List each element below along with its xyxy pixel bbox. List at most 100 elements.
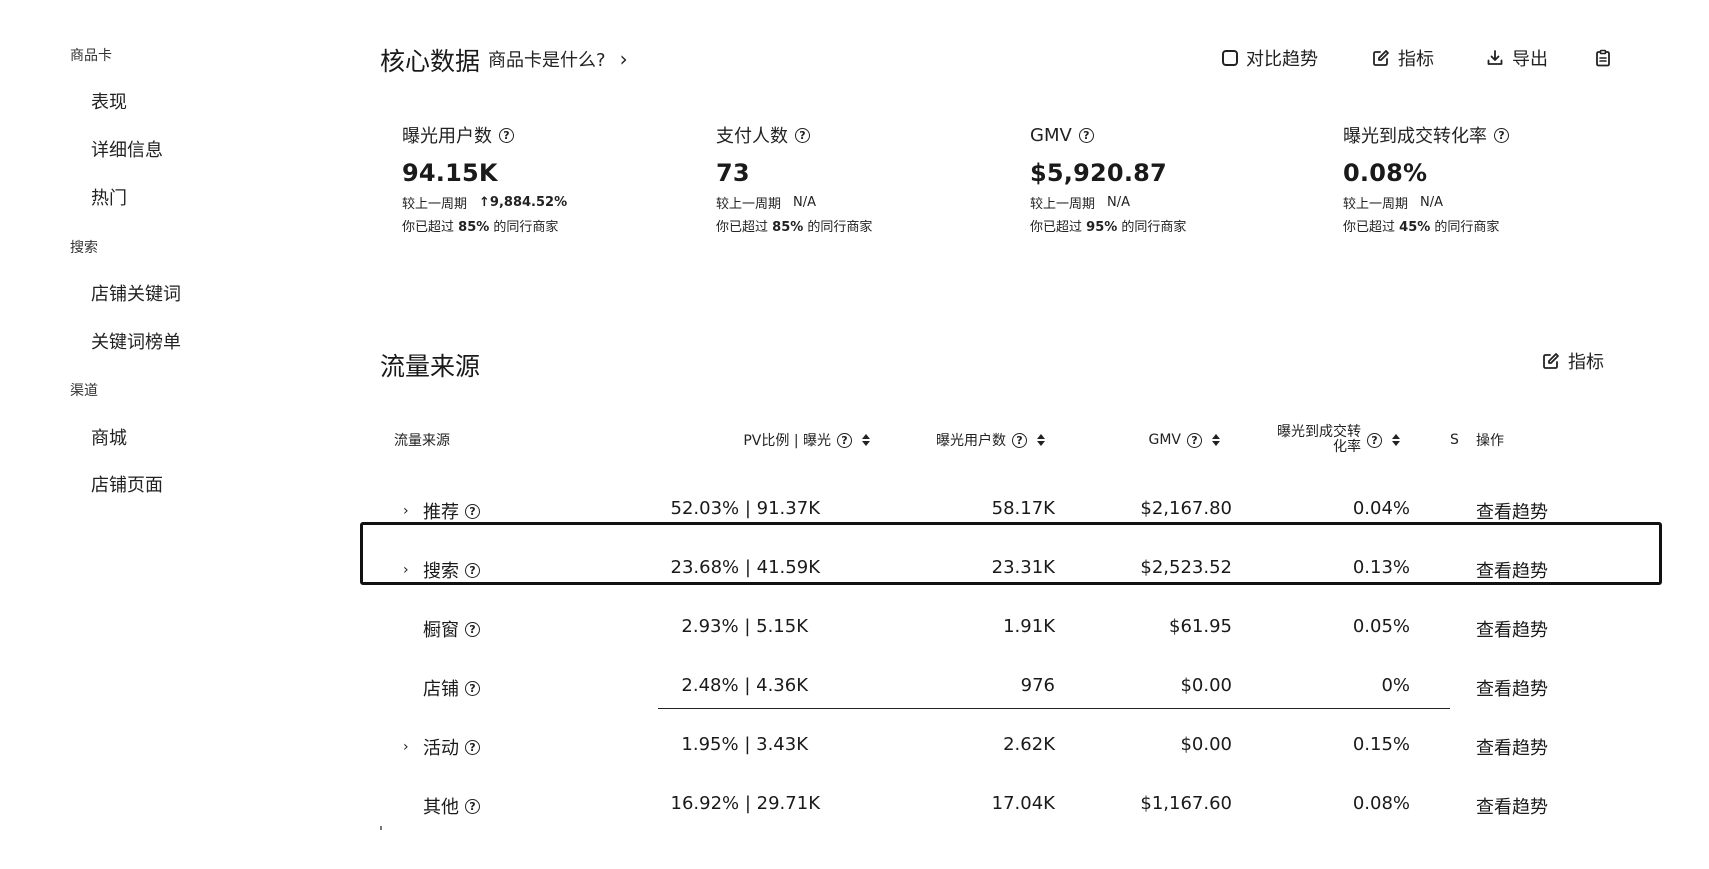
conversion-cell: 0.15% <box>1352 734 1410 755</box>
sort-icon[interactable] <box>862 434 870 446</box>
column-header-gmv[interactable]: GMV ? <box>1060 425 1220 455</box>
sidebar-group-channel: 渠道 <box>70 383 98 399</box>
help-icon[interactable]: ? <box>465 798 480 814</box>
conversion-cell: 0.04% <box>1352 498 1410 519</box>
rank-pct: 85% <box>458 220 490 235</box>
help-icon[interactable]: ? <box>465 503 480 519</box>
conv-line1: 曝光到成交转 <box>1277 424 1361 440</box>
rank-suffix: 的同行商家 <box>1121 220 1187 235</box>
rank-pct: 45% <box>1399 220 1431 235</box>
help-icon[interactable]: ? <box>499 127 514 143</box>
source-name: 推荐 <box>423 502 459 523</box>
sidebar-item-mall[interactable]: 商城 <box>91 424 127 450</box>
metrics-button-label: 指标 <box>1398 49 1434 70</box>
rank-prefix: 你已超过 <box>716 220 769 235</box>
metric-change: N/A <box>1107 195 1131 210</box>
chevron-right-icon[interactable]: › <box>403 503 417 519</box>
gmv-cell: $1,167.60 <box>1140 793 1232 814</box>
conv-line2: 化率 <box>1333 439 1361 455</box>
gmv-cell: $0.00 <box>1180 734 1232 755</box>
metric-card-gmv: GMV? $5,920.87 较上一周期 N/A 你已超过 95% 的同行商家 <box>1030 122 1330 236</box>
help-icon[interactable]: ? <box>1012 432 1027 448</box>
sidebar-item-details[interactable]: 详细信息 <box>91 136 163 162</box>
help-icon[interactable]: ? <box>1494 127 1509 143</box>
row-highlight-frame <box>360 522 1662 585</box>
view-trend-button[interactable]: 查看趋势 <box>1476 734 1548 760</box>
help-icon[interactable]: ? <box>795 127 810 143</box>
clipboard-button[interactable] <box>1594 45 1612 71</box>
clipboard-icon <box>1594 49 1612 67</box>
sidebar-item-keyword-ranking[interactable]: 关键词榜单 <box>91 328 181 354</box>
users-cell: 1.91K <box>1003 616 1055 637</box>
column-header-conversion[interactable]: 曝光到成交转 化率 ? <box>1230 420 1400 460</box>
sidebar-item-shop-page[interactable]: 店铺页面 <box>91 471 163 497</box>
users-cell: 58.17K <box>991 498 1055 519</box>
metric-value: 73 <box>716 159 750 187</box>
view-trend-button[interactable]: 查看趋势 <box>1476 793 1548 819</box>
chevron-right-icon[interactable]: › <box>403 739 417 755</box>
help-icon[interactable]: ? <box>1078 127 1094 143</box>
conversion-cell: 0% <box>1381 675 1410 696</box>
users-cell: 976 <box>1020 675 1055 696</box>
table-row: 其他? 16.92% | 29.71K 17.04K $1,167.60 0.0… <box>360 785 1660 825</box>
metric-rank: 你已超过 85% 的同行商家 <box>402 216 702 235</box>
pv-cell: 52.03% | 91.37K <box>670 498 820 519</box>
rank-pct: 85% <box>772 220 804 235</box>
arrow-up-icon: ↑ <box>479 195 490 210</box>
table-row: 店铺? 2.48% | 4.36K 976 $0.00 0% 查看趋势 <box>360 667 1660 707</box>
download-icon <box>1486 49 1504 67</box>
metric-value: $5,920.87 <box>1030 159 1167 187</box>
help-icon[interactable]: ? <box>465 680 480 696</box>
traffic-metrics-label: 指标 <box>1568 352 1604 373</box>
source-cell[interactable]: › 推荐? <box>403 498 480 524</box>
sidebar-item-hot[interactable]: 热门 <box>91 184 127 210</box>
sidebar-item-performance[interactable]: 表现 <box>91 88 127 114</box>
what-is-product-card-link[interactable]: 商品卡是什么? › <box>488 46 628 72</box>
column-header-conversion-label: 曝光到成交转 化率 <box>1277 425 1361 455</box>
column-header-action: 操作 <box>1476 433 1504 449</box>
column-header-pv[interactable]: PV比例 | 曝光 ? <box>690 425 870 455</box>
edit-icon <box>1372 49 1390 67</box>
metric-value: 0.08% <box>1343 159 1428 187</box>
table-row: 橱窗? 2.93% | 5.15K 1.91K $61.95 0.05% 查看趋… <box>360 608 1660 648</box>
view-trend-button[interactable]: 查看趋势 <box>1476 616 1548 642</box>
sort-icon[interactable] <box>1392 434 1400 446</box>
sidebar-item-shop-keywords[interactable]: 店铺关键词 <box>91 280 181 306</box>
conversion-cell: 0.08% <box>1352 793 1410 814</box>
source-name: 其他 <box>423 797 459 818</box>
column-header-pv-label: PV比例 | 曝光 <box>743 433 831 449</box>
export-button[interactable]: 导出 <box>1486 45 1548 71</box>
metric-change: N/A <box>1420 195 1444 210</box>
sidebar-group-search: 搜索 <box>70 240 98 256</box>
rank-prefix: 你已超过 <box>402 220 455 235</box>
compare-trend-toggle[interactable]: 对比趋势 <box>1222 45 1318 71</box>
source-cell: 橱窗? <box>423 616 480 642</box>
help-icon[interactable]: ? <box>465 739 480 755</box>
metric-rank: 你已超过 95% 的同行商家 <box>1030 216 1330 235</box>
sort-icon[interactable] <box>1037 434 1045 446</box>
what-is-product-card-label: 商品卡是什么? <box>488 50 606 71</box>
rank-prefix: 你已超过 <box>1030 220 1083 235</box>
metric-label: GMV <box>1030 124 1072 146</box>
metrics-button[interactable]: 指标 <box>1372 45 1434 71</box>
view-trend-button[interactable]: 查看趋势 <box>1476 675 1548 701</box>
metric-card-paying-users: 支付人数? 73 较上一周期 N/A 你已超过 85% 的同行商家 <box>716 122 1016 235</box>
metric-compare-label: 较上一周期 <box>716 197 782 212</box>
source-cell[interactable]: › 活动? <box>403 734 480 760</box>
rank-suffix: 的同行商家 <box>1434 220 1500 235</box>
compare-trend-checkbox[interactable] <box>1222 50 1238 66</box>
help-icon[interactable]: ? <box>837 432 852 448</box>
rank-suffix: 的同行商家 <box>807 220 873 235</box>
column-header-gmv-label: GMV <box>1148 432 1181 448</box>
help-icon[interactable]: ? <box>465 621 480 637</box>
stray-mark <box>380 826 382 830</box>
pv-cell: 16.92% | 29.71K <box>670 793 820 814</box>
sort-icon[interactable] <box>1212 434 1220 446</box>
source-name: 活动 <box>423 738 459 759</box>
view-trend-button[interactable]: 查看趋势 <box>1476 498 1548 524</box>
help-icon[interactable]: ? <box>1187 432 1202 448</box>
column-header-users[interactable]: 曝光用户数 ? <box>880 425 1045 455</box>
metric-label: 曝光到成交转化率 <box>1343 126 1487 147</box>
help-icon[interactable]: ? <box>1367 432 1382 448</box>
traffic-metrics-button[interactable]: 指标 <box>1542 348 1604 374</box>
